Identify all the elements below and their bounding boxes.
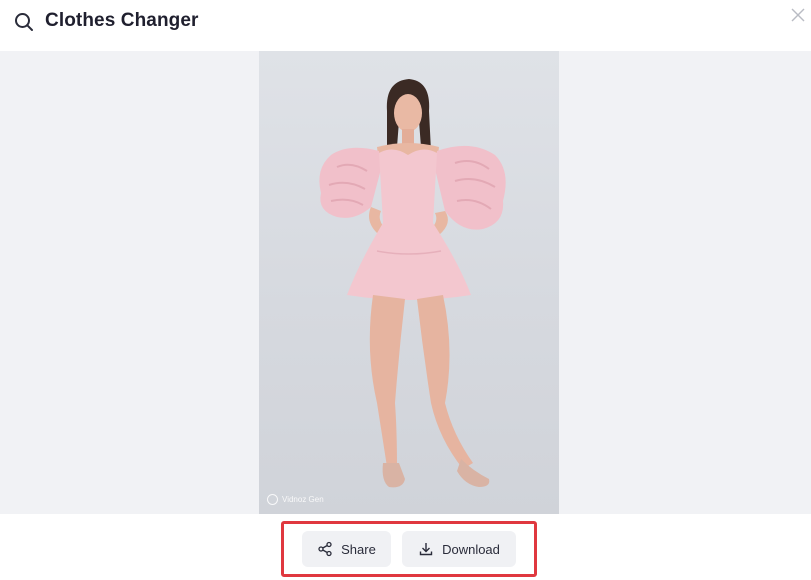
download-icon — [419, 543, 433, 556]
preview-area: Vidnoz Gen — [0, 51, 811, 514]
download-button[interactable]: Download — [402, 531, 516, 567]
result-image: Vidnoz Gen — [259, 51, 559, 514]
watermark-text: Vidnoz Gen — [282, 495, 324, 504]
close-icon[interactable] — [790, 7, 806, 23]
share-icon — [318, 541, 332, 557]
watermark-logo-icon — [267, 494, 278, 505]
download-label: Download — [442, 541, 500, 557]
model-illustration — [319, 79, 506, 488]
share-label: Share — [341, 541, 376, 557]
share-button[interactable]: Share — [302, 531, 391, 567]
modal-title: Clothes Changer — [45, 10, 199, 31]
watermark: Vidnoz Gen — [267, 494, 324, 505]
search-icon — [15, 13, 33, 31]
modal-header: Clothes Changer — [0, 0, 811, 50]
clothes-changer-modal: Clothes Changer Vidnoz Gen Share Downloa… — [0, 0, 811, 580]
